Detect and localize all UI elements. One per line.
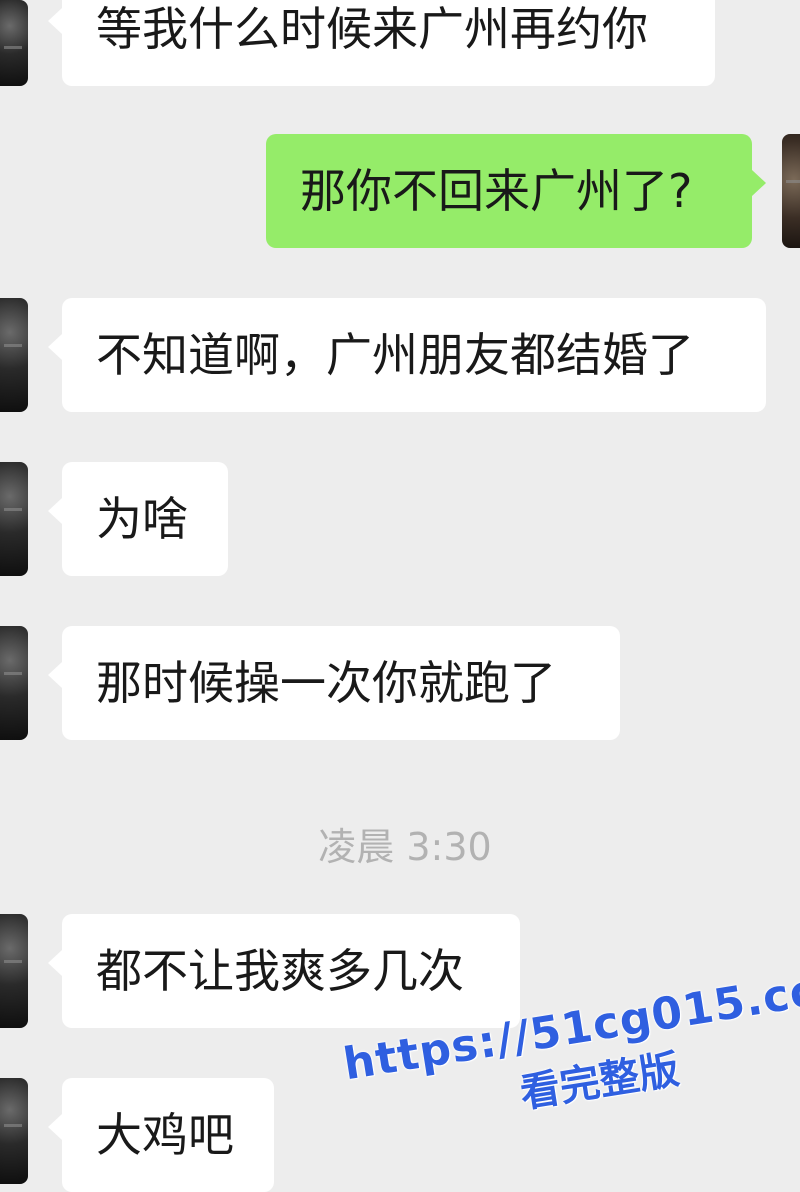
message-text: 那时候操一次你就跑了 (96, 656, 556, 710)
contact-avatar[interactable] (0, 0, 28, 86)
message-bubble-incoming[interactable]: 为啥 (48, 462, 228, 576)
message-bubble-incoming[interactable]: 都不让我爽多几次 (48, 914, 520, 1028)
contact-avatar[interactable] (0, 626, 28, 740)
message-text: 大鸡吧 (96, 1108, 234, 1162)
contact-avatar[interactable] (0, 914, 28, 1028)
my-avatar[interactable] (782, 134, 800, 248)
contact-avatar[interactable] (0, 1078, 28, 1184)
message-timestamp: 凌晨 3:30 (318, 825, 492, 869)
contact-avatar[interactable] (0, 462, 28, 576)
message-bubble-incoming[interactable]: 等我什么时候来广州再约你 (48, 0, 715, 86)
message-text: 那你不回来广州了? (300, 164, 693, 218)
contact-avatar[interactable] (0, 298, 28, 412)
message-bubble-outgoing[interactable]: 那你不回来广州了? (266, 134, 766, 248)
message-text: 等我什么时候来广州再约你 (96, 2, 648, 56)
message-text: 为啥 (96, 492, 188, 546)
message-bubble-incoming[interactable]: 那时候操一次你就跑了 (48, 626, 620, 740)
message-bubble-incoming[interactable]: 大鸡吧 (48, 1078, 274, 1192)
message-text: 都不让我爽多几次 (96, 944, 464, 998)
message-bubble-incoming[interactable]: 不知道啊，广州朋友都结婚了 (48, 298, 766, 412)
message-text: 不知道啊，广州朋友都结婚了 (96, 328, 694, 382)
